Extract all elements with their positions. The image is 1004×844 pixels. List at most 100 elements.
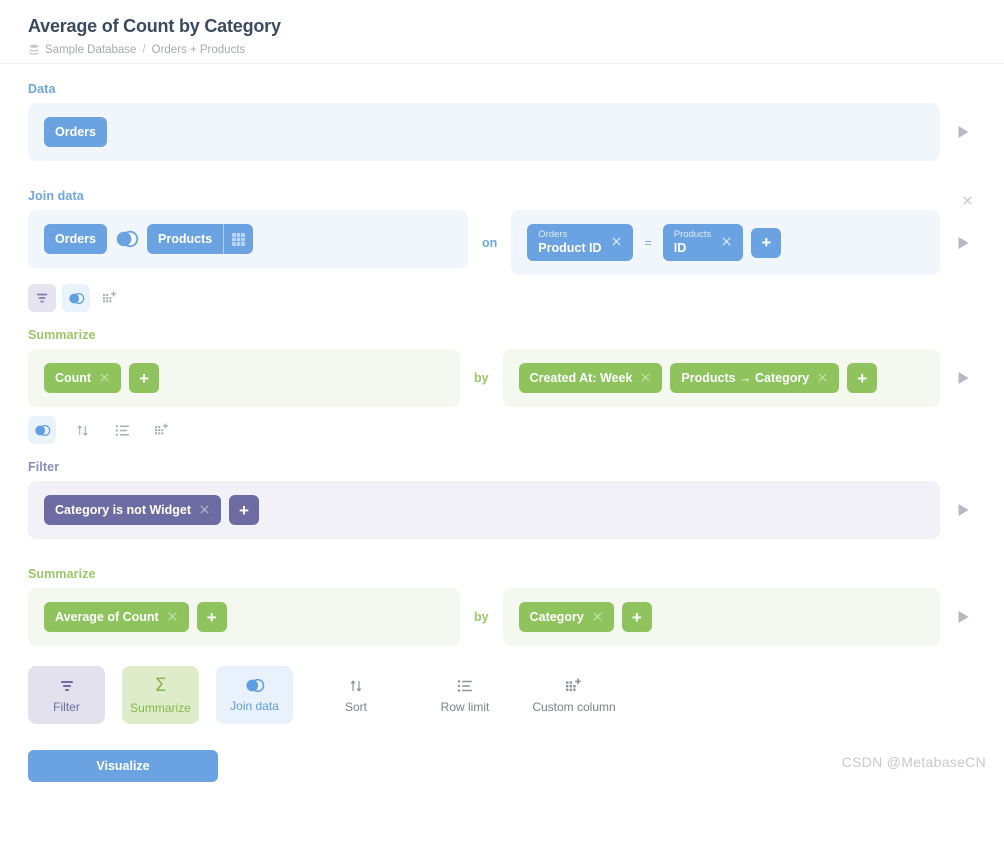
add-row-limit-button-label: Row limit <box>440 699 490 714</box>
remove-summarize-1-metric-button[interactable] <box>99 372 110 385</box>
step-join-label: Join data <box>28 189 84 203</box>
join-equals-operator: = <box>644 235 652 250</box>
close-icon <box>100 373 109 382</box>
data-source-chip[interactable]: Orders <box>44 117 107 147</box>
play-triangle-icon <box>958 504 968 517</box>
remove-filter-clause-button[interactable] <box>199 504 210 517</box>
summarize-2-breakout-chip[interactable]: Category <box>518 602 614 633</box>
notebook-action-buttons: Filter Σ Summarize Join data Sort Row li… <box>28 666 976 725</box>
step-join: Join data Orders Products on Orders Prod… <box>28 189 976 276</box>
summarize-1-breakout-label-0: Created At: Week <box>529 371 633 386</box>
breadcrumb-database[interactable]: Sample Database <box>45 44 136 56</box>
remove-summarize-1-breakout-0-button[interactable] <box>640 372 651 385</box>
summarize-1-metrics-panel: Count + <box>28 349 460 408</box>
add-summarize-button-label: Summarize <box>130 701 191 716</box>
grid-icon <box>232 232 246 246</box>
summarize-2-metric-chip[interactable]: Average of Count <box>44 602 189 633</box>
close-icon <box>962 195 972 205</box>
filter-panel: Category is not Widget + <box>28 481 940 540</box>
filter-clause-chip[interactable]: Category is not Widget <box>44 495 222 526</box>
page-title: Average of Count by Category <box>28 16 281 36</box>
add-summarize-1-breakout-button[interactable]: + <box>847 363 878 394</box>
add-join-condition-button[interactable]: + <box>751 227 782 258</box>
add-filter-mini-button[interactable] <box>28 284 56 313</box>
add-filter-button-label: Filter <box>53 699 80 714</box>
remove-summarize-2-metric-button[interactable] <box>167 611 178 624</box>
add-custom-column-button[interactable]: Custom column <box>528 666 620 724</box>
preview-join-button[interactable] <box>950 236 976 250</box>
join-tables-panel: Orders Products <box>28 210 468 268</box>
summarize-2-by-word: by <box>474 610 489 625</box>
step-data: Data Orders <box>28 82 976 161</box>
play-triangle-icon <box>958 372 968 385</box>
add-custom-column-button-label: Custom column <box>532 699 616 714</box>
add-custom-column-mini-button[interactable] <box>96 284 124 312</box>
remove-join-left-field-button[interactable] <box>611 234 622 252</box>
close-icon <box>641 373 651 382</box>
close-icon <box>612 237 622 246</box>
add-summarize-2-metric-button[interactable]: + <box>196 602 227 633</box>
add-filter-button[interactable]: Filter <box>28 666 105 725</box>
custom-column-icon <box>155 423 168 435</box>
preview-data-button[interactable] <box>950 125 976 139</box>
add-filter-clause-button[interactable]: + <box>229 495 260 526</box>
filter-funnel-icon <box>60 680 73 691</box>
custom-column-icon <box>103 291 116 303</box>
summarize-1-breakout-chip-1[interactable]: Products → Category <box>670 363 840 394</box>
summarize-1-breakout-chip-0[interactable]: Created At: Week <box>518 363 663 394</box>
add-join-button[interactable]: Join data <box>216 666 293 725</box>
join-fields-picker-button[interactable] <box>223 224 253 254</box>
remove-summarize-1-breakout-1-button[interactable] <box>817 372 828 385</box>
add-summarize-1-metric-button[interactable]: + <box>129 363 160 394</box>
summarize-2-breakouts-panel: Category + <box>502 588 940 647</box>
watermark: CSDN @MetabaseCN <box>841 754 986 771</box>
step-filter: Filter Category is not Widget + <box>28 460 976 540</box>
preview-summarize-2-button[interactable] <box>950 610 976 624</box>
join-right-table-chip[interactable]: Products <box>147 224 254 254</box>
add-row-limit-button[interactable]: Row limit <box>419 666 511 724</box>
close-icon <box>168 612 177 621</box>
data-source-label: Orders <box>55 125 96 139</box>
preview-summarize-1-button[interactable] <box>950 371 976 385</box>
remove-join-step-button[interactable] <box>958 191 976 209</box>
add-summarize-button[interactable]: Σ Summarize <box>122 666 199 725</box>
filter-clause-label: Category is not Widget <box>55 503 192 518</box>
remove-join-right-field-button[interactable] <box>721 234 732 252</box>
join-left-table-label: Orders <box>55 232 96 246</box>
visualize-button[interactable]: Visualize <box>28 750 218 783</box>
join-type-button[interactable] <box>114 230 140 248</box>
step-data-label: Data <box>28 82 56 96</box>
data-step-panel: Orders <box>28 103 940 161</box>
join-right-field-table: Products <box>673 229 712 240</box>
join-left-table-chip[interactable]: Orders <box>44 224 107 254</box>
add-join-mini-button-2[interactable] <box>28 416 56 445</box>
join-left-field-chip[interactable]: Orders Product ID <box>527 224 634 262</box>
add-custom-column-mini-button-2[interactable] <box>148 416 176 444</box>
custom-column-icon <box>566 678 581 691</box>
preview-filter-button[interactable] <box>950 503 976 517</box>
add-join-mini-button[interactable] <box>62 284 90 313</box>
add-summarize-2-breakout-button[interactable]: + <box>621 602 652 633</box>
venn-join-icon <box>34 424 50 436</box>
sort-arrows-icon <box>76 424 88 436</box>
step-filter-label: Filter <box>28 460 60 475</box>
close-icon <box>722 237 731 246</box>
add-sort-mini-button[interactable] <box>68 416 96 444</box>
join-on-word: on <box>482 235 498 250</box>
join-left-field-name: Product ID <box>538 240 602 255</box>
sigma-icon: Σ <box>154 674 167 697</box>
add-sort-button[interactable]: Sort <box>310 666 402 724</box>
step-summarize-1: Summarize Count + by Created At: Week Pr… <box>28 328 976 408</box>
close-icon <box>818 373 827 382</box>
summarize-1-metric-chip[interactable]: Count <box>44 363 122 394</box>
add-row-limit-mini-button[interactable] <box>108 416 136 444</box>
breadcrumb-source[interactable]: Orders + Products <box>152 44 246 56</box>
join-right-field-chip[interactable]: Products ID <box>662 224 744 262</box>
venn-left-join-icon <box>116 230 139 248</box>
database-icon <box>28 44 40 56</box>
play-triangle-icon <box>958 611 968 624</box>
join-right-field-name: ID <box>673 240 687 255</box>
filter-funnel-icon <box>36 293 48 303</box>
join-left-field-table: Orders <box>538 229 568 240</box>
remove-summarize-2-breakout-button[interactable] <box>592 611 603 624</box>
